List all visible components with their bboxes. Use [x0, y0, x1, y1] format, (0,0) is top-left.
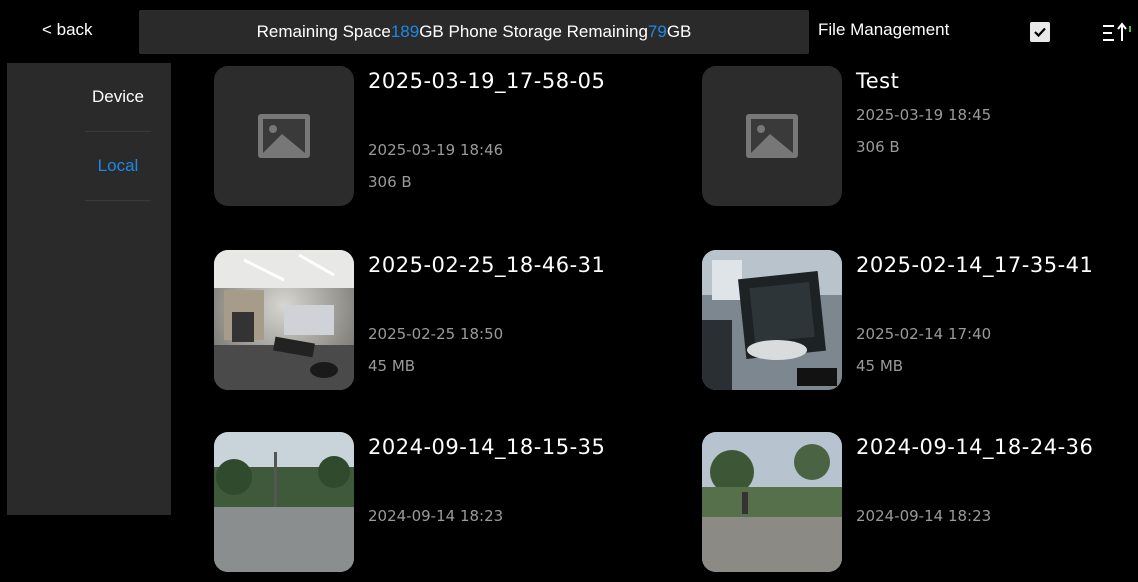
outdoor-photo-thumbnail: [214, 432, 354, 572]
file-date: 2025-02-25 18:50: [368, 325, 504, 343]
file-date: 2024-09-14 18:23: [856, 507, 992, 525]
sidebar-item-local[interactable]: Local: [85, 132, 151, 201]
file-card[interactable]: 2024-09-14_18-15-35 2024-09-14 18:23: [214, 432, 634, 582]
file-date: 2025-03-19 18:46: [368, 141, 504, 159]
image-placeholder-icon: [214, 66, 354, 206]
sidebar-item-device[interactable]: Device: [85, 63, 151, 132]
file-card[interactable]: 2025-02-14_17-35-41 2025-02-14 17:40 45 …: [702, 250, 1122, 400]
outdoor-photo-thumbnail: [702, 432, 842, 572]
remaining-space-label: Remaining Space: [256, 22, 391, 41]
file-management-label: File Management: [818, 20, 950, 39]
file-card[interactable]: 2024-09-14_18-24-36 2024-09-14 18:23: [702, 432, 1122, 582]
file-size: 45 MB: [856, 357, 904, 375]
sort-icon[interactable]: [1100, 20, 1132, 46]
remaining-space-value: 189: [390, 22, 420, 41]
select-all-checkbox[interactable]: [1030, 22, 1050, 42]
file-name: 2025-02-14_17-35-41: [856, 253, 1094, 277]
check-icon: [1034, 27, 1046, 38]
file-size: 306 B: [856, 138, 900, 156]
remaining-space-unit: GB: [419, 22, 444, 41]
file-name: 2024-09-14_18-24-36: [856, 435, 1094, 459]
file-name: Test: [856, 69, 900, 93]
office-photo-thumbnail: [214, 250, 354, 390]
file-name: 2025-02-25_18-46-31: [368, 253, 606, 277]
file-name: 2024-09-14_18-15-35: [368, 435, 606, 459]
file-card[interactable]: 2025-02-25_18-46-31 2025-02-25 18:50 45 …: [214, 250, 634, 400]
file-date: 2024-09-14 18:23: [368, 507, 504, 525]
phone-storage-value: 79: [647, 22, 667, 41]
file-size: 45 MB: [368, 357, 416, 375]
case-photo-thumbnail: [702, 250, 842, 390]
sidebar-item-label: Local: [97, 156, 139, 175]
file-card[interactable]: 2025-03-19_17-58-05 2025-03-19 18:46 306…: [214, 66, 634, 216]
file-name: 2025-03-19_17-58-05: [368, 69, 606, 93]
top-bar: < back Remaining Space 189 GB Phone Storag…: [0, 0, 1138, 63]
phone-storage-label: Phone Storage Remaining: [448, 22, 648, 41]
storage-info-bar: Remaining Space 189 GB Phone Storage Remai…: [139, 10, 809, 54]
phone-storage-unit: GB: [666, 22, 692, 41]
image-placeholder-icon: [702, 66, 842, 206]
file-date: 2025-03-19 18:45: [856, 106, 992, 124]
sidebar-item-label: Device: [92, 87, 144, 106]
file-card[interactable]: Test 2025-03-19 18:45 306 B: [702, 66, 1122, 216]
back-button[interactable]: < back: [42, 20, 93, 40]
file-date: 2025-02-14 17:40: [856, 325, 992, 343]
file-size: 306 B: [368, 173, 412, 191]
sidebar: Device Local: [7, 63, 171, 515]
